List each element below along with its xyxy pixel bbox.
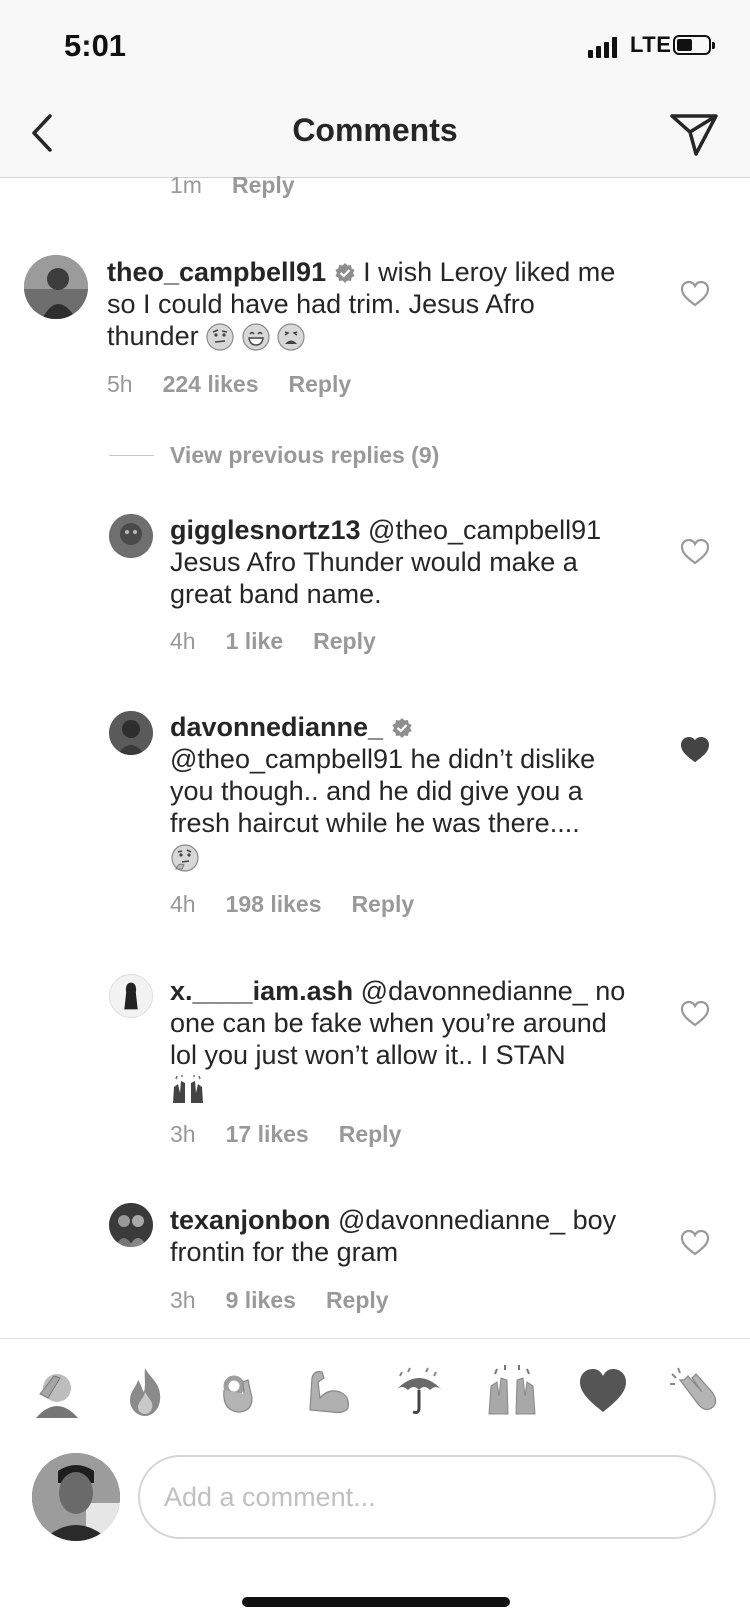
comment-time: 4h: [170, 628, 196, 654]
reply-button[interactable]: Reply: [352, 891, 415, 917]
comment-time: 3h: [170, 1121, 196, 1147]
heart-outline-icon[interactable]: [680, 538, 710, 566]
likes-count[interactable]: 9 likes: [226, 1287, 296, 1313]
grinning-face-emoji-icon: [242, 323, 270, 351]
comment-username[interactable]: davonnedianne_: [170, 712, 383, 742]
weary-face-emoji-icon: [277, 323, 305, 351]
verified-badge-icon: [391, 718, 412, 738]
raising-hands-emoji-icon: [173, 1075, 203, 1103]
comment-username[interactable]: gigglesnortz13: [170, 515, 361, 545]
view-previous-replies-button[interactable]: View previous replies (9): [170, 442, 439, 469]
network-label: LTE: [630, 32, 672, 57]
signal-icon: [588, 36, 617, 58]
quick-emoji-divider: [0, 1338, 750, 1339]
comment-text: texanjonbon @davonnedianne_ boy frontin …: [170, 1205, 617, 1267]
reply-button[interactable]: Reply: [313, 628, 376, 654]
current-user-avatar: [32, 1453, 120, 1541]
fire-emoji-icon[interactable]: [118, 1364, 172, 1418]
heart-outline-icon[interactable]: [680, 1000, 710, 1028]
black-heart-emoji-icon[interactable]: [576, 1364, 630, 1418]
comment-meta: 3h 17 likes Reply: [170, 1121, 431, 1148]
comment-time: 3h: [170, 1287, 196, 1313]
heart-filled-icon[interactable]: [680, 736, 710, 764]
comment-time: 5h: [107, 371, 133, 397]
facepalm-emoji-icon[interactable]: [30, 1364, 84, 1418]
reply-button[interactable]: Reply: [339, 1121, 402, 1147]
status-bar: 5:01 LTE: [0, 0, 750, 90]
comment-username[interactable]: theo_campbell91: [107, 257, 326, 287]
avatar[interactable]: [109, 1203, 153, 1247]
comment-input-placeholder: Add a comment...: [164, 1482, 376, 1512]
header: Comments: [0, 90, 750, 178]
comment-time: 4h: [170, 891, 196, 917]
likes-count[interactable]: 17 likes: [226, 1121, 309, 1147]
battery-icon: [673, 35, 715, 55]
comment-text: gigglesnortz13 @theo_campbell91 Jesus Af…: [170, 515, 602, 609]
avatar[interactable]: [109, 974, 153, 1018]
clapping-hands-emoji-icon[interactable]: [666, 1364, 720, 1418]
thinking-face-emoji-icon: [171, 844, 199, 872]
likes-count[interactable]: 224 likes: [163, 371, 259, 397]
direct-share-icon[interactable]: [668, 108, 720, 160]
comment-username[interactable]: x.____iam.ash: [170, 976, 353, 1006]
thread-line: [109, 455, 154, 456]
comment-time: 1m: [170, 172, 202, 198]
avatar[interactable]: [109, 514, 153, 558]
avatar[interactable]: [109, 711, 153, 755]
home-indicator[interactable]: [242, 1597, 510, 1607]
heart-outline-icon[interactable]: [680, 280, 710, 308]
face-with-raised-eyebrow-emoji-icon: [206, 323, 234, 351]
partial-comment-meta: 1m Reply: [170, 172, 325, 199]
flexed-biceps-emoji-icon[interactable]: [302, 1364, 356, 1418]
ok-hand-emoji-icon[interactable]: [210, 1364, 264, 1418]
verified-badge-icon: [335, 263, 355, 283]
avatar[interactable]: [24, 255, 88, 319]
comment-meta: 5h 224 likes Reply: [107, 371, 381, 398]
comment-meta: 3h 9 likes Reply: [170, 1287, 419, 1314]
page-title: Comments: [292, 112, 458, 148]
reply-button[interactable]: Reply: [289, 371, 352, 397]
heart-outline-icon[interactable]: [680, 1229, 710, 1257]
comment-input[interactable]: Add a comment...: [138, 1455, 716, 1539]
comment-text: davonnedianne_ @theo_campbell91 he didn’…: [170, 711, 595, 874]
reply-button[interactable]: Reply: [326, 1287, 389, 1313]
comment-meta: 4h 1 like Reply: [170, 628, 406, 655]
comment-username[interactable]: texanjonbon: [170, 1205, 331, 1235]
comment-meta: 4h 198 likes Reply: [170, 891, 444, 918]
status-time: 5:01: [64, 28, 127, 63]
reply-button[interactable]: Reply: [232, 172, 295, 198]
comment-text: x.____iam.ash @davonnedianne_ no one can…: [170, 975, 625, 1106]
likes-count[interactable]: 1 like: [226, 628, 284, 654]
umbrella-with-rain-emoji-icon[interactable]: [392, 1364, 446, 1418]
comment-text: theo_campbell91 I wish Leroy liked me so…: [107, 257, 616, 351]
raising-hands-emoji-icon[interactable]: [485, 1364, 539, 1418]
likes-count[interactable]: 198 likes: [226, 891, 322, 917]
